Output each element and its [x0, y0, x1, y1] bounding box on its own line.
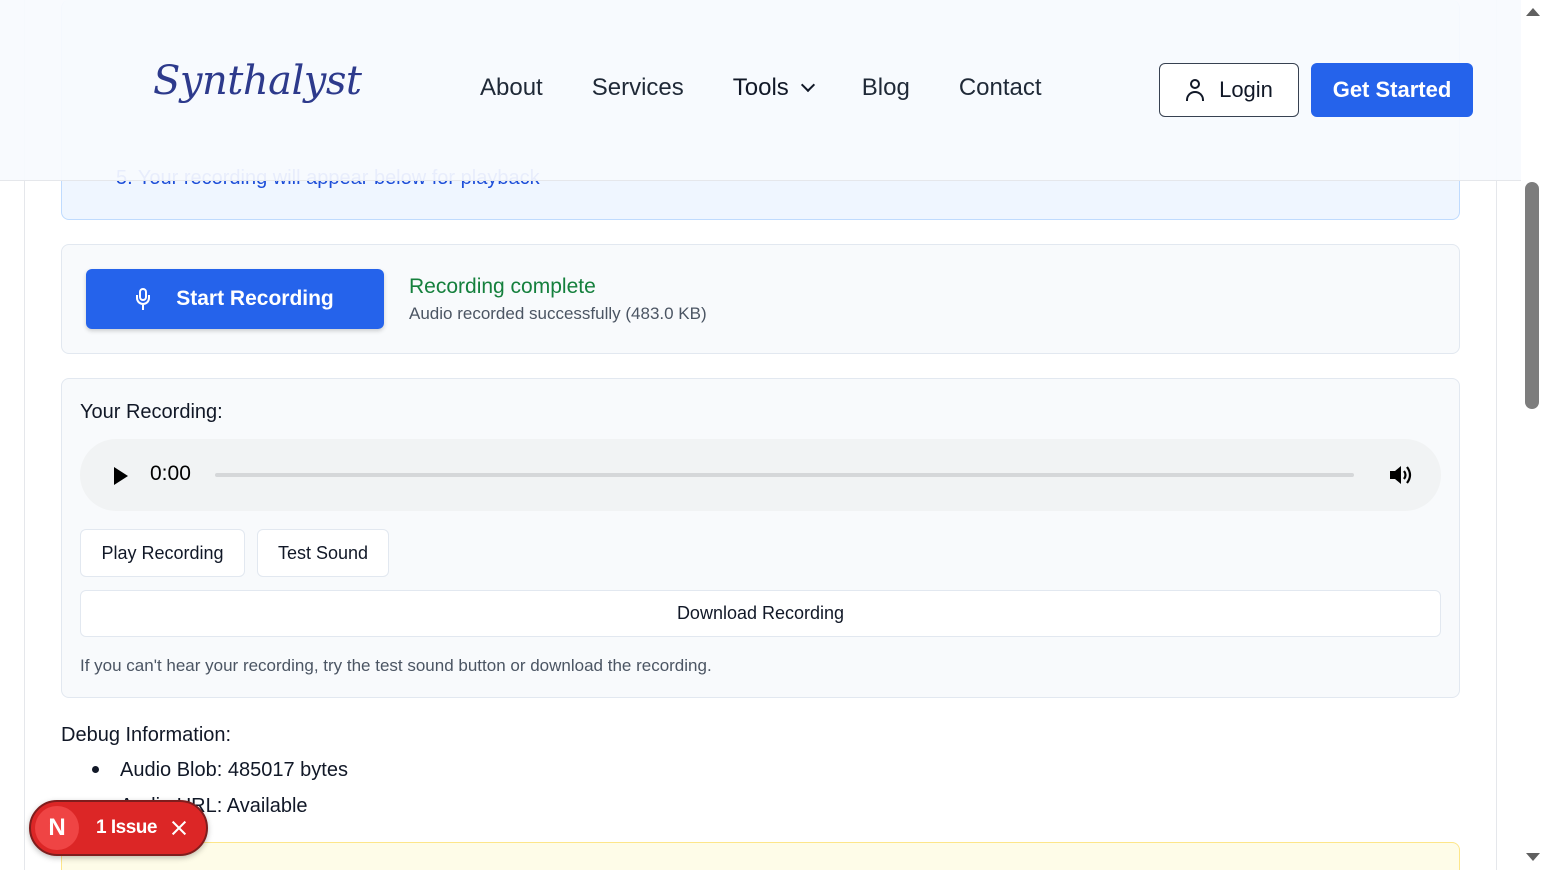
- chevron-down-icon: [800, 77, 815, 93]
- start-recording-button[interactable]: Start Recording: [86, 269, 384, 329]
- issue-count[interactable]: 1 Issue: [96, 817, 157, 839]
- site-header: Synthalyst About Services Tools Blog Con…: [0, 0, 1521, 181]
- microphone-icon: [136, 288, 151, 310]
- play-recording-button[interactable]: Play Recording: [80, 529, 245, 577]
- nav-tools-label: Tools: [732, 74, 789, 101]
- test-sound-button[interactable]: Test Sound: [257, 529, 389, 577]
- user-icon: [1185, 79, 1205, 101]
- download-recording-button[interactable]: Download Recording: [80, 590, 1441, 637]
- login-label: Login: [1219, 77, 1273, 102]
- next-logo-icon: N: [35, 806, 79, 850]
- current-time: 0:00: [150, 462, 191, 485]
- issue-badge[interactable]: N 1 Issue: [29, 800, 208, 856]
- login-button[interactable]: Login: [1159, 63, 1299, 117]
- recorder-card: Start Recording Recording complete Audio…: [61, 244, 1460, 354]
- scrollbar-thumb[interactable]: [1525, 182, 1539, 409]
- nav-tools[interactable]: Tools: [732, 74, 815, 102]
- scrollbar[interactable]: [1521, 0, 1544, 870]
- close-icon[interactable]: [171, 820, 187, 836]
- get-started-button[interactable]: Get Started: [1311, 63, 1473, 117]
- logo[interactable]: Synthalyst: [153, 58, 362, 104]
- playback-hint: If you can't hear your recording, try th…: [80, 656, 712, 675]
- play-icon[interactable]: [114, 467, 128, 485]
- nav-blog[interactable]: Blog: [862, 74, 910, 102]
- nav-services[interactable]: Services: [592, 74, 684, 102]
- scroll-up-arrow-icon[interactable]: [1526, 8, 1540, 16]
- scroll-down-arrow-icon[interactable]: [1526, 853, 1540, 861]
- recording-status-title: Recording complete: [409, 275, 596, 298]
- debug-heading: Debug Information:: [61, 724, 232, 746]
- debug-item: Audio Blob: 485017 bytes: [90, 752, 348, 788]
- playback-card: Your Recording: 0:00 Play Recording Test…: [61, 378, 1460, 698]
- recording-status-detail: Audio recorded successfully (483.0 KB): [409, 304, 707, 323]
- nav-contact[interactable]: Contact: [959, 74, 1042, 102]
- your-recording-heading: Your Recording:: [80, 401, 223, 423]
- start-recording-label: Start Recording: [176, 287, 334, 310]
- main-nav: About Services Tools Blog Contact: [480, 74, 1091, 102]
- warning-box: [61, 842, 1460, 870]
- seek-bar[interactable]: [215, 473, 1354, 477]
- audio-player: 0:00: [80, 439, 1441, 511]
- nav-about[interactable]: About: [480, 74, 543, 102]
- volume-icon[interactable]: [1388, 463, 1414, 487]
